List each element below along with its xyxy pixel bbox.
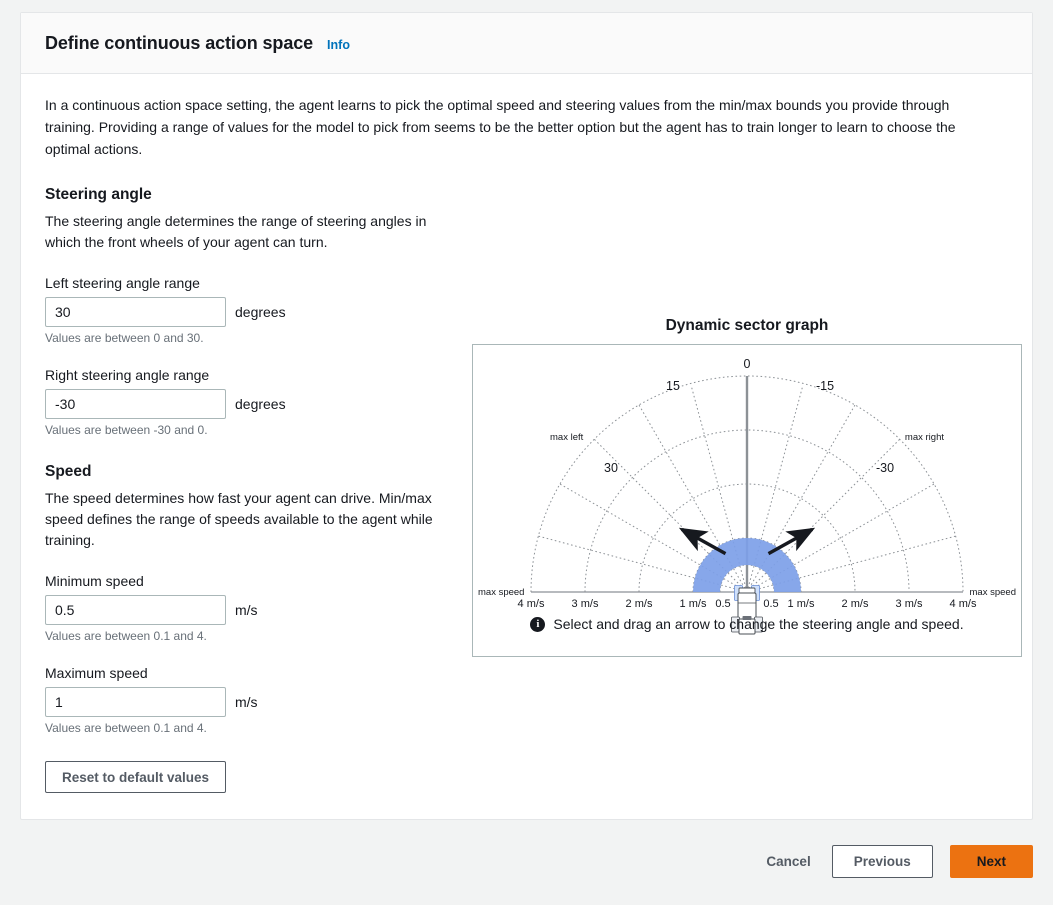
page-title: Define continuous action space bbox=[45, 33, 314, 53]
maximum-speed-unit: m/s bbox=[235, 694, 258, 710]
minimum-speed-label: Minimum speed bbox=[45, 573, 144, 589]
svg-text:1 m/s: 1 m/s bbox=[680, 598, 707, 610]
graph-canvas[interactable]: 0 15 -15 30 -30 max left max right max s… bbox=[472, 344, 1022, 657]
graph-svg: 0 15 -15 30 -30 max left max right max s… bbox=[478, 357, 1016, 635]
reset-to-default-values-button[interactable]: Reset to default values bbox=[45, 761, 227, 793]
angle-label-0: 0 bbox=[744, 357, 751, 371]
angle-label-neg15: -15 bbox=[816, 379, 834, 393]
left-steering-arrow[interactable] bbox=[678, 527, 727, 556]
speed-section-title: Speed bbox=[45, 463, 92, 480]
steering-section-title: Steering angle bbox=[45, 186, 152, 203]
right-steering-field-row: degrees bbox=[45, 389, 465, 419]
svg-text:3 m/s: 3 m/s bbox=[572, 598, 599, 610]
minimum-speed-field-row: m/s bbox=[45, 595, 465, 625]
card-body: In a continuous action space setting, th… bbox=[21, 74, 1032, 819]
left-steering-input[interactable] bbox=[45, 297, 226, 327]
right-steering-hint: Values are between -30 and 0. bbox=[45, 423, 208, 437]
svg-text:3 m/s: 3 m/s bbox=[896, 598, 923, 610]
next-button[interactable]: Next bbox=[949, 845, 1033, 878]
max-speed-label-right: max speed bbox=[970, 587, 1016, 598]
maximum-speed-label: Maximum speed bbox=[45, 665, 148, 681]
right-steering-unit: degrees bbox=[235, 396, 286, 412]
svg-text:0.5: 0.5 bbox=[715, 598, 730, 610]
maximum-speed-hint: Values are between 0.1 and 4. bbox=[45, 721, 207, 735]
svg-text:2 m/s: 2 m/s bbox=[842, 598, 869, 610]
svg-text:1 m/s: 1 m/s bbox=[788, 598, 815, 610]
info-link[interactable]: Info bbox=[327, 38, 350, 52]
graph-note: i Select and drag an arrow to change the… bbox=[473, 616, 1021, 632]
minimum-speed-input[interactable] bbox=[45, 595, 226, 625]
maximum-speed-field-row: m/s bbox=[45, 687, 465, 717]
minimum-speed-unit: m/s bbox=[235, 602, 258, 618]
angle-label-15: 15 bbox=[666, 379, 680, 393]
svg-text:4 m/s: 4 m/s bbox=[950, 598, 977, 610]
svg-text:2 m/s: 2 m/s bbox=[626, 598, 653, 610]
max-speed-label-left: max speed bbox=[478, 587, 524, 598]
info-circle-icon: i bbox=[530, 616, 546, 632]
card-header: Define continuous action space Info bbox=[21, 13, 1032, 74]
settings-column: Steering angle The steering angle determ… bbox=[45, 186, 465, 793]
graph-title: Dynamic sector graph bbox=[665, 317, 829, 334]
minimum-speed-hint: Values are between 0.1 and 4. bbox=[45, 629, 207, 643]
intro-text: In a continuous action space setting, th… bbox=[45, 97, 956, 157]
speed-description: The speed determines how fast your agent… bbox=[45, 490, 433, 548]
right-steering-label: Right steering angle range bbox=[45, 367, 210, 383]
max-right-label: max right bbox=[905, 432, 944, 443]
left-steering-unit: degrees bbox=[235, 304, 286, 320]
svg-text:0.5: 0.5 bbox=[763, 598, 778, 610]
wizard-footer: Cancel Previous Next bbox=[20, 845, 1033, 878]
graph-note-text: Select and drag an arrow to change the s… bbox=[553, 616, 964, 632]
page-root: Define continuous action space Info In a… bbox=[0, 0, 1053, 905]
max-left-label: max left bbox=[550, 432, 584, 443]
right-steering-arrow[interactable] bbox=[767, 527, 816, 556]
svg-text:4 m/s: 4 m/s bbox=[518, 598, 545, 610]
right-steering-input[interactable] bbox=[45, 389, 226, 419]
dynamic-sector-graph: Dynamic sector graph 0 15 -15 30 -30 max… bbox=[472, 317, 1022, 657]
steering-description: The steering angle determines the range … bbox=[45, 213, 427, 250]
left-steering-field-row: degrees bbox=[45, 297, 465, 327]
cancel-button[interactable]: Cancel bbox=[762, 854, 814, 869]
speed-tick-labels-left: 4 m/s 3 m/s 2 m/s 1 m/s 0.5 bbox=[518, 598, 731, 610]
previous-button[interactable]: Previous bbox=[831, 845, 933, 878]
speed-tick-labels-right: 0.5 1 m/s 2 m/s 3 m/s 4 m/s bbox=[763, 598, 977, 610]
angle-label-neg30: -30 bbox=[876, 461, 894, 475]
left-steering-hint: Values are between 0 and 30. bbox=[45, 331, 204, 345]
maximum-speed-input[interactable] bbox=[45, 687, 226, 717]
action-space-card: Define continuous action space Info In a… bbox=[20, 12, 1033, 820]
angle-label-30: 30 bbox=[604, 461, 618, 475]
left-steering-label: Left steering angle range bbox=[45, 275, 200, 291]
